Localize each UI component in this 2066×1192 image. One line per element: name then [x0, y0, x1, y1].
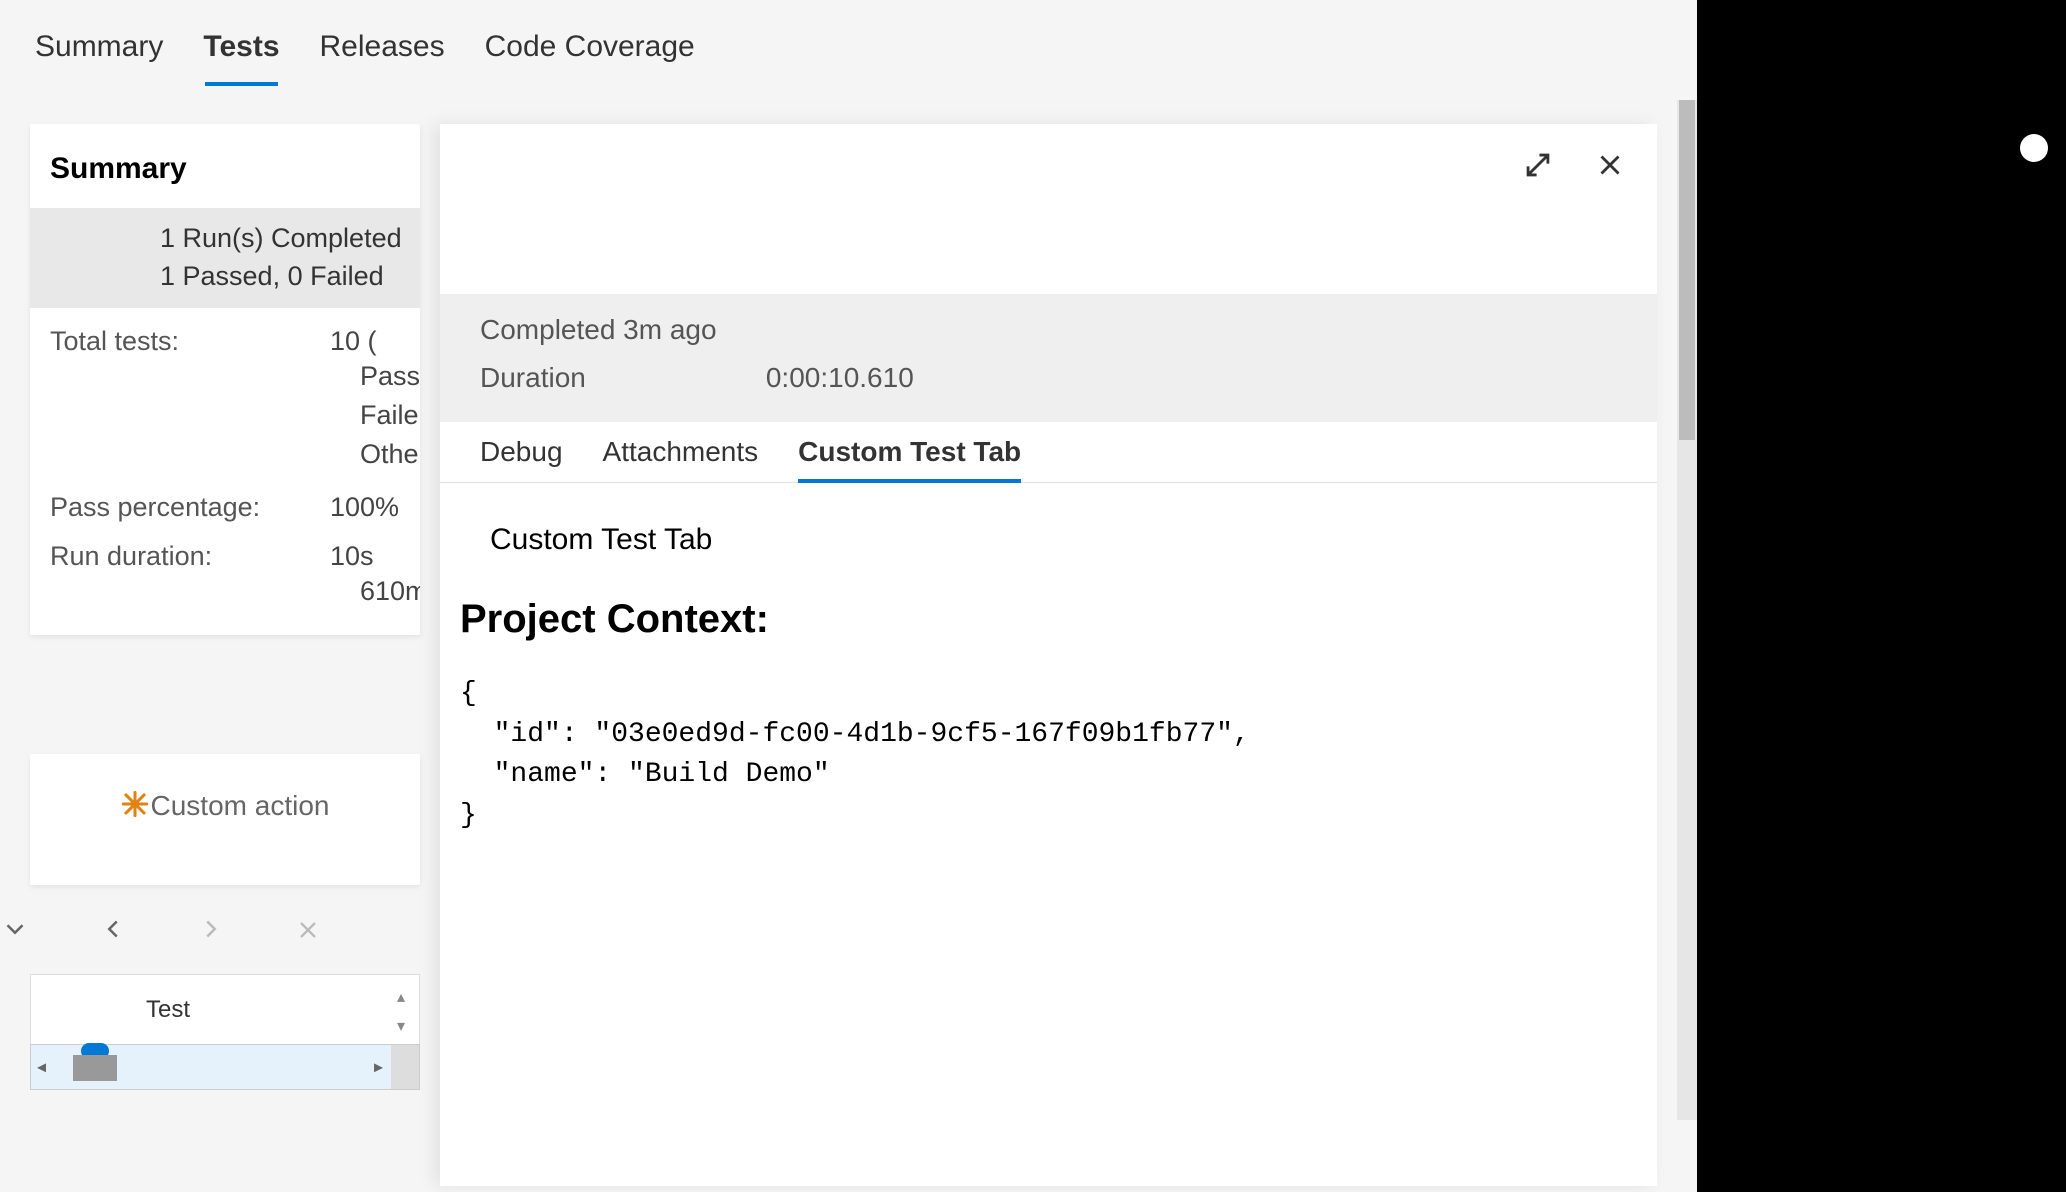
run-duration-value2: 610m	[50, 572, 400, 611]
completed-text: Completed 3m ago	[480, 314, 1617, 346]
white-dot-indicator	[2020, 134, 2048, 162]
window-scrollbar-thumb[interactable]	[1679, 100, 1695, 440]
summary-banner: 1 Run(s) Completed 1 Passed, 0 Failed	[30, 208, 420, 308]
tab-summary[interactable]: Summary	[35, 30, 163, 84]
summary-title: Summary	[30, 124, 420, 208]
row-other: Othe	[50, 435, 400, 474]
asterisk-icon	[121, 790, 149, 825]
hscroll-thumb[interactable]	[73, 1055, 117, 1081]
total-tests-value: 10 (	[330, 326, 400, 357]
detail-tab-custom[interactable]: Custom Test Tab	[798, 436, 1021, 482]
detail-panel: Completed 3m ago Duration 0:00:10.610 De…	[440, 124, 1657, 1186]
summary-card: Summary 1 Run(s) Completed 1 Passed, 0 F…	[30, 124, 420, 635]
run-duration-label: Run duration:	[50, 541, 212, 572]
detail-topbar	[1521, 148, 1627, 187]
grid-header: Test ▴ ▾	[30, 974, 420, 1044]
nav-next-icon[interactable]	[196, 914, 226, 952]
scroll-down-icon[interactable]: ▾	[389, 1014, 413, 1038]
total-tests-label: Total tests:	[50, 326, 179, 357]
top-tabs: Summary Tests Releases Code Coverage	[0, 0, 1697, 84]
pass-pct-label: Pass percentage:	[50, 492, 260, 523]
close-icon[interactable]	[294, 915, 322, 952]
project-context-json: { "id": "03e0ed9d-fc00-4d1b-9cf5-167f09b…	[460, 674, 1637, 836]
hscroll-right-icon[interactable]: ▸	[374, 1057, 383, 1078]
row-pass: Pass	[50, 357, 400, 396]
close-panel-icon[interactable]	[1593, 148, 1627, 187]
banner-line1: 1 Run(s) Completed	[160, 220, 420, 258]
banner-line2: 1 Passed, 0 Failed	[160, 258, 420, 296]
context-heading: Project Context:	[460, 597, 1637, 642]
run-duration-value: 10s	[330, 541, 400, 572]
vscroll-track[interactable]	[391, 1045, 419, 1089]
tab-title: Custom Test Tab	[490, 523, 1637, 557]
pass-pct-value: 100%	[330, 492, 400, 523]
tab-releases[interactable]: Releases	[320, 30, 445, 84]
detail-header: Completed 3m ago Duration 0:00:10.610	[440, 294, 1657, 422]
grid-scroll-row: ◂ ▸	[30, 1044, 420, 1090]
duration-value: 0:00:10.610	[766, 362, 914, 394]
expand-icon[interactable]	[1521, 148, 1555, 187]
duration-label: Duration	[480, 362, 586, 394]
chevron-down-icon[interactable]	[0, 914, 30, 952]
scroll-up-icon[interactable]: ▴	[389, 985, 413, 1009]
detail-tab-debug[interactable]: Debug	[480, 436, 563, 482]
nav-controls	[0, 884, 322, 952]
window-scrollbar[interactable]	[1677, 100, 1697, 1120]
content-area: Summary 1 Run(s) Completed 1 Passed, 0 F…	[0, 124, 1697, 1186]
app-window: Summary Tests Releases Code Coverage Sum…	[0, 0, 1697, 1192]
grid-col-test[interactable]: Test	[146, 996, 190, 1024]
custom-action-card[interactable]: Custom action	[30, 754, 420, 885]
detail-tabs: Debug Attachments Custom Test Tab	[440, 422, 1657, 483]
grid-fragment: Test ▴ ▾ ◂ ▸	[30, 974, 420, 1090]
tab-tests[interactable]: Tests	[203, 30, 279, 84]
custom-action-label: Custom action	[151, 790, 330, 821]
detail-body: Custom Test Tab Project Context: { "id":…	[440, 483, 1657, 856]
tab-code-coverage[interactable]: Code Coverage	[485, 30, 695, 84]
nav-prev-icon[interactable]	[98, 914, 128, 952]
summary-stats: Total tests: 10 ( Pass Faile Othe Pass p…	[30, 308, 420, 636]
hscroll-left-icon[interactable]: ◂	[37, 1057, 46, 1078]
right-black-panel	[1697, 0, 2066, 1192]
detail-tab-attachments[interactable]: Attachments	[603, 436, 759, 482]
row-fail: Faile	[50, 396, 400, 435]
